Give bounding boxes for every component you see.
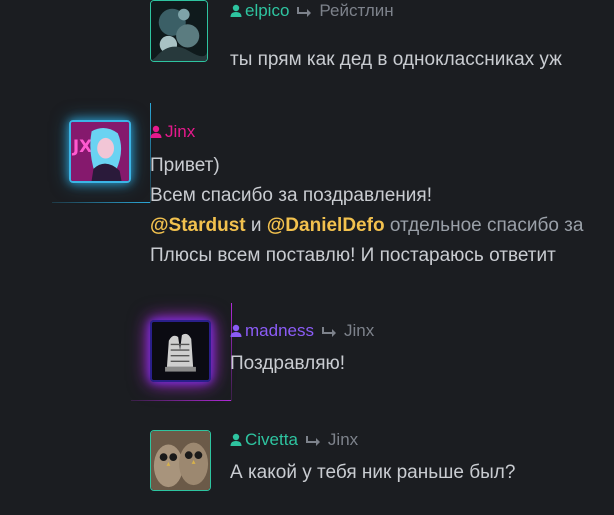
message-text: А какой у тебя ник раньше был? <box>230 462 516 483</box>
message-text: @Stardust и @DanielDefo отдельное спасиб… <box>150 211 583 241</box>
avatar-frame-line <box>52 202 150 203</box>
author-line: madness Jinx <box>230 320 374 342</box>
avatar-frame-line <box>131 400 231 401</box>
author-line: elpico Рейстлин <box>230 0 394 22</box>
message-jinx: JX Jinx Привет) Всем спасибо за поздравл… <box>0 100 614 280</box>
chat-feed: elpico Рейстлин ты прям как дед в однокл… <box>0 0 614 515</box>
message-text: Привет) <box>150 155 220 176</box>
avatar-elpico[interactable] <box>150 0 208 62</box>
user-icon <box>150 125 162 139</box>
reply-to-name[interactable]: Рейстлин <box>319 1 393 21</box>
avatar-madness[interactable] <box>150 320 211 382</box>
reply-to-name[interactable]: Jinx <box>344 321 374 341</box>
author-line: Civetta Jinx <box>230 429 358 451</box>
svg-text:JX: JX <box>72 136 92 156</box>
message-text: Поздравляю! <box>230 353 346 374</box>
mention-link[interactable]: @DanielDefo <box>267 215 385 236</box>
reply-arrow-icon <box>297 5 313 17</box>
message-text-tail: отдельное спасибо за <box>389 215 584 236</box>
message-text: Плюсы всем поставлю! И постараюсь ответи… <box>150 245 556 266</box>
reply-arrow-icon <box>321 325 338 337</box>
user-icon <box>230 324 242 338</box>
user-icon <box>230 4 242 18</box>
conjunction: и <box>250 215 262 236</box>
author-name[interactable]: madness <box>245 321 314 341</box>
message-text: Всем спасибо за поздравления! <box>150 185 432 206</box>
author-name[interactable]: elpico <box>245 1 289 21</box>
avatar-civetta[interactable] <box>150 430 211 491</box>
avatar-jinx[interactable]: JX <box>69 120 131 183</box>
author-name[interactable]: Civetta <box>245 430 298 450</box>
user-icon <box>230 433 242 447</box>
reply-arrow-icon <box>305 434 322 446</box>
message-civetta: Civetta Jinx А какой у тебя ник раньше б… <box>0 410 614 515</box>
message-elpico: elpico Рейстлин ты прям как дед в однокл… <box>0 0 614 100</box>
message-madness: madness Jinx Поздравляю! <box>0 300 614 410</box>
author-name[interactable]: Jinx <box>165 122 195 142</box>
reply-to-name[interactable]: Jinx <box>328 430 358 450</box>
message-text: ты прям как дед в одноклассниках уж <box>230 49 562 70</box>
author-line: Jinx <box>150 121 195 143</box>
mention-link[interactable]: @Stardust <box>150 215 246 236</box>
